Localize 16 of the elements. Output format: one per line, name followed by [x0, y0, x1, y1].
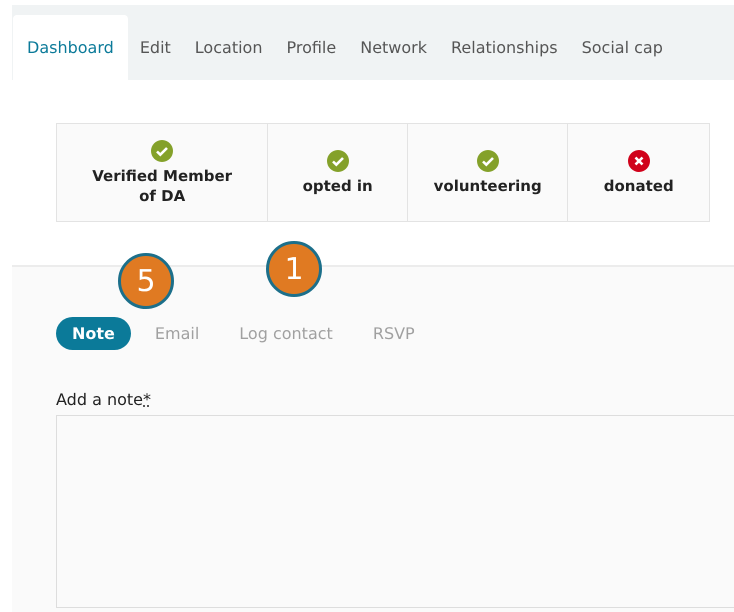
- field-label: Add a note: [56, 390, 143, 409]
- tab[interactable]: Dashboard: [13, 15, 128, 80]
- tab[interactable]: Network: [348, 15, 440, 80]
- status-label: Verified Member of DA: [91, 166, 234, 206]
- callout-badge: 1: [266, 241, 322, 297]
- status-label: opted in: [302, 176, 373, 196]
- tab[interactable]: Location: [182, 15, 274, 80]
- required-mark: *: [143, 390, 151, 409]
- tab[interactable]: Edit: [128, 15, 183, 80]
- note-field[interactable]: [56, 415, 734, 608]
- action-tab[interactable]: Note: [56, 317, 131, 350]
- tab[interactable]: Social cap: [570, 15, 675, 80]
- status-label: volunteering: [434, 176, 542, 196]
- tab[interactable]: Profile: [274, 15, 348, 80]
- status-label: donated: [604, 176, 674, 196]
- tab[interactable]: Relationships: [439, 15, 570, 80]
